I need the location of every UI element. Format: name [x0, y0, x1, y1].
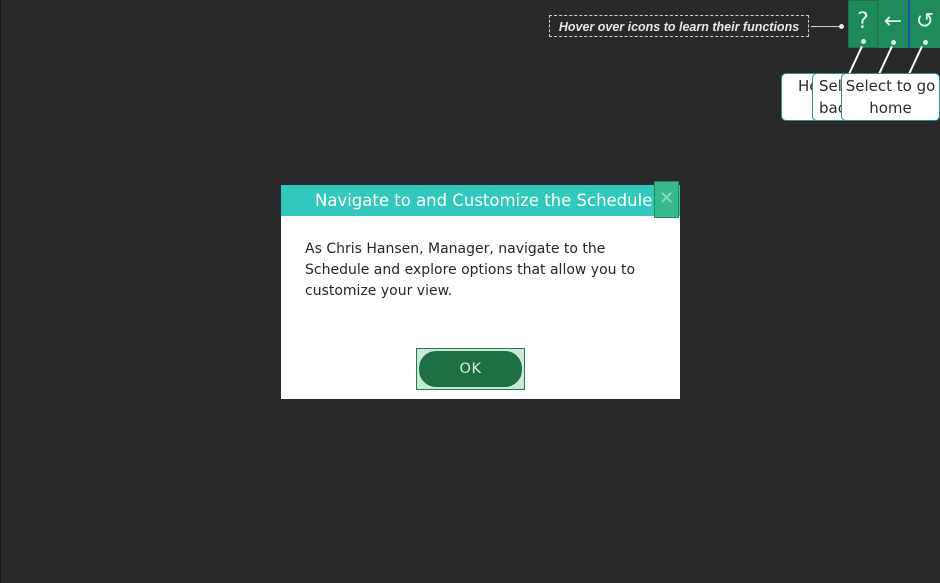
close-icon: ✕	[658, 188, 675, 209]
hover-hint-text: Hover over icons to learn their function…	[558, 20, 800, 34]
help-pointer-dot	[860, 39, 866, 44]
home-button[interactable]: ↺	[908, 0, 940, 48]
dialog-message: As Chris Hansen, Manager, navigate to th…	[305, 241, 636, 299]
ok-button-focus-frame: OK	[416, 348, 525, 390]
screen: Hover over icons to learn their function…	[0, 0, 940, 583]
back-button[interactable]: ←	[878, 0, 908, 48]
ok-button[interactable]: OK	[419, 351, 522, 387]
help-button[interactable]: ?	[848, 0, 878, 48]
help-icon: ?	[857, 9, 869, 34]
back-arrow-icon: ←	[883, 9, 903, 34]
back-tooltip-connector	[878, 46, 893, 74]
hover-hint: Hover over icons to learn their function…	[549, 15, 809, 37]
home-tooltip-text: Select to go home	[845, 77, 936, 117]
instruction-dialog: Navigate to and Customize the Schedule A…	[281, 185, 680, 399]
home-pointer-dot	[922, 40, 928, 45]
dialog-close-button[interactable]: ✕	[654, 181, 679, 218]
home-icon: ↺	[915, 9, 935, 34]
dialog-title: Navigate to and Customize the Schedule	[281, 185, 680, 216]
home-tooltip-connector	[908, 46, 923, 74]
help-tooltip-connector	[848, 46, 863, 74]
back-pointer-dot	[890, 40, 896, 45]
hint-connector-dot	[839, 24, 844, 29]
hint-connector-line	[811, 26, 841, 27]
home-tooltip: Select to go home	[841, 73, 940, 121]
